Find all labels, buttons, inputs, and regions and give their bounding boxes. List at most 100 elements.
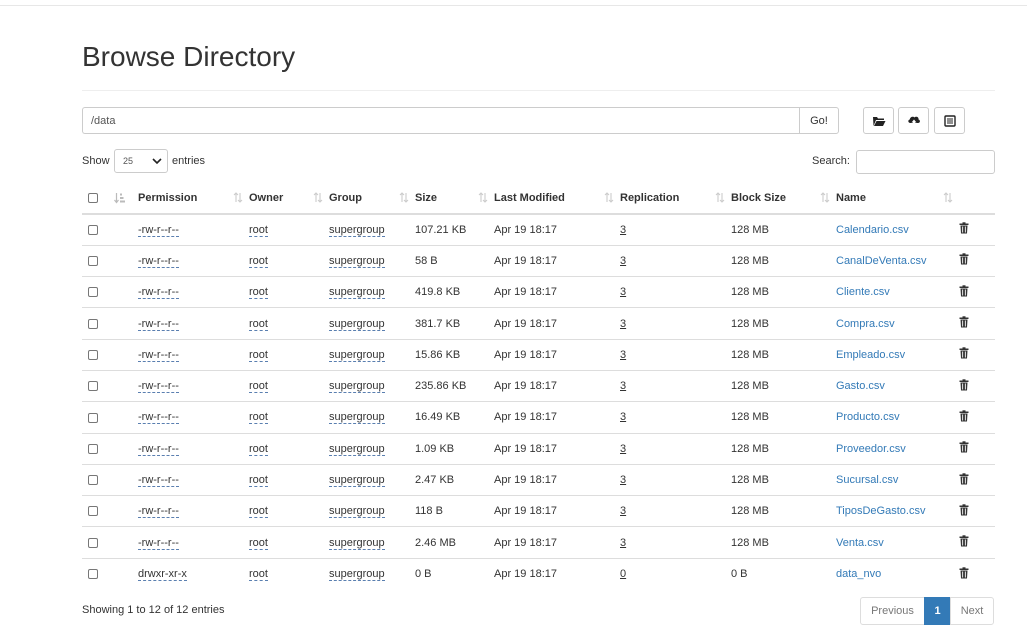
owner-value[interactable]: root xyxy=(249,254,268,268)
group-value[interactable]: supergroup xyxy=(329,286,385,300)
next-page-button[interactable]: Next xyxy=(950,597,994,625)
row-checkbox[interactable] xyxy=(88,537,98,548)
replication-link[interactable]: 3 xyxy=(620,474,626,486)
file-name-link[interactable]: Calendario.csv xyxy=(836,224,909,236)
replication-link[interactable]: 3 xyxy=(620,286,626,298)
permission-value[interactable]: -rw-r--r-- xyxy=(138,254,179,268)
go-button[interactable]: Go! xyxy=(799,107,839,134)
permission-value[interactable]: -rw-r--r-- xyxy=(138,536,179,550)
owner-value[interactable]: root xyxy=(249,505,268,519)
row-checkbox[interactable] xyxy=(88,412,98,423)
file-name-link[interactable]: Cliente.csv xyxy=(836,286,890,298)
create-directory-button[interactable] xyxy=(863,107,894,134)
owner-value[interactable]: root xyxy=(249,568,268,582)
upload-button[interactable] xyxy=(898,107,929,134)
column-header-owner[interactable]: Owner xyxy=(249,182,329,215)
file-name-link[interactable]: data_nvo xyxy=(836,568,881,580)
path-input[interactable] xyxy=(82,107,799,134)
file-name-link[interactable]: Compra.csv xyxy=(836,318,895,330)
row-checkbox[interactable] xyxy=(88,224,98,235)
sort-column-header[interactable] xyxy=(108,182,138,215)
previous-page-button[interactable]: Previous xyxy=(860,597,925,625)
row-checkbox[interactable] xyxy=(88,349,98,360)
trash-icon[interactable] xyxy=(959,566,969,582)
owner-value[interactable]: root xyxy=(249,474,268,488)
trash-icon[interactable] xyxy=(959,378,969,394)
permission-value[interactable]: -rw-r--r-- xyxy=(138,474,179,488)
file-name-link[interactable]: Empleado.csv xyxy=(836,349,905,361)
replication-link[interactable]: 3 xyxy=(620,443,626,455)
permission-value[interactable]: -rw-r--r-- xyxy=(138,286,179,300)
file-name-link[interactable]: Gasto.csv xyxy=(836,380,885,392)
file-name-link[interactable]: Producto.csv xyxy=(836,411,900,423)
file-name-link[interactable]: Sucursal.csv xyxy=(836,474,898,486)
permission-value[interactable]: -rw-r--r-- xyxy=(138,442,179,456)
file-name-link[interactable]: CanalDeVenta.csv xyxy=(836,255,927,267)
trash-icon[interactable] xyxy=(959,285,969,300)
permission-value[interactable]: -rw-r--r-- xyxy=(138,380,179,394)
group-value[interactable]: supergroup xyxy=(329,442,385,456)
replication-link[interactable]: 3 xyxy=(620,255,626,267)
permission-value[interactable]: -rw-r--r-- xyxy=(138,411,179,425)
file-name-link[interactable]: Proveedor.csv xyxy=(836,443,906,455)
row-checkbox[interactable] xyxy=(88,381,98,392)
row-checkbox[interactable] xyxy=(88,318,98,329)
trash-icon[interactable] xyxy=(959,504,969,519)
owner-value[interactable]: root xyxy=(249,286,268,300)
select-all-checkbox[interactable] xyxy=(88,192,98,203)
column-header-last-modified[interactable]: Last Modified xyxy=(494,182,620,215)
trash-icon[interactable] xyxy=(959,535,969,550)
owner-value[interactable]: root xyxy=(249,223,268,237)
row-checkbox[interactable] xyxy=(88,569,98,580)
trash-icon[interactable] xyxy=(959,316,969,331)
group-value[interactable]: supergroup xyxy=(329,254,385,268)
group-value[interactable]: supergroup xyxy=(329,380,385,394)
trash-icon[interactable] xyxy=(959,441,969,456)
replication-link[interactable]: 0 xyxy=(620,568,626,580)
permission-value[interactable]: -rw-r--r-- xyxy=(138,223,179,237)
owner-value[interactable]: root xyxy=(249,317,268,331)
group-value[interactable]: supergroup xyxy=(329,505,385,519)
owner-value[interactable]: root xyxy=(249,348,268,362)
replication-link[interactable]: 3 xyxy=(620,505,626,517)
column-header-name[interactable]: Name xyxy=(836,182,959,215)
trash-icon[interactable] xyxy=(959,410,969,425)
owner-value[interactable]: root xyxy=(249,411,268,425)
column-header-group[interactable]: Group xyxy=(329,182,415,215)
permission-value[interactable]: drwxr-xr-x xyxy=(138,568,187,582)
group-value[interactable]: supergroup xyxy=(329,536,385,550)
row-checkbox[interactable] xyxy=(88,475,98,486)
row-checkbox[interactable] xyxy=(88,287,98,298)
owner-value[interactable]: root xyxy=(249,380,268,394)
replication-link[interactable]: 3 xyxy=(620,380,626,392)
owner-value[interactable]: root xyxy=(249,536,268,550)
permission-value[interactable]: -rw-r--r-- xyxy=(138,505,179,519)
trash-icon[interactable] xyxy=(959,253,969,268)
column-header-permission[interactable]: Permission xyxy=(138,182,249,215)
replication-link[interactable]: 3 xyxy=(620,318,626,330)
column-header-replication[interactable]: Replication xyxy=(620,182,731,215)
file-name-link[interactable]: Venta.csv xyxy=(836,537,884,549)
current-page-button[interactable]: 1 xyxy=(924,597,951,625)
group-value[interactable]: supergroup xyxy=(329,317,385,331)
page-length-select[interactable]: 25 xyxy=(114,149,168,173)
permission-value[interactable]: -rw-r--r-- xyxy=(138,348,179,362)
group-value[interactable]: supergroup xyxy=(329,223,385,237)
row-checkbox[interactable] xyxy=(88,443,98,454)
search-input[interactable] xyxy=(856,150,995,174)
group-value[interactable]: supergroup xyxy=(329,411,385,425)
row-checkbox[interactable] xyxy=(88,506,98,517)
column-header-size[interactable]: Size xyxy=(415,182,494,215)
row-checkbox[interactable] xyxy=(88,256,98,267)
group-value[interactable]: supergroup xyxy=(329,568,385,582)
group-value[interactable]: supergroup xyxy=(329,474,385,488)
file-name-link[interactable]: TiposDeGasto.csv xyxy=(836,505,925,517)
column-header-block-size[interactable]: Block Size xyxy=(731,182,836,215)
cut-paste-button[interactable] xyxy=(934,107,965,134)
trash-icon[interactable] xyxy=(959,347,969,362)
replication-link[interactable]: 3 xyxy=(620,411,626,423)
trash-icon[interactable] xyxy=(959,222,969,237)
group-value[interactable]: supergroup xyxy=(329,348,385,362)
replication-link[interactable]: 3 xyxy=(620,224,626,236)
replication-link[interactable]: 3 xyxy=(620,537,626,549)
